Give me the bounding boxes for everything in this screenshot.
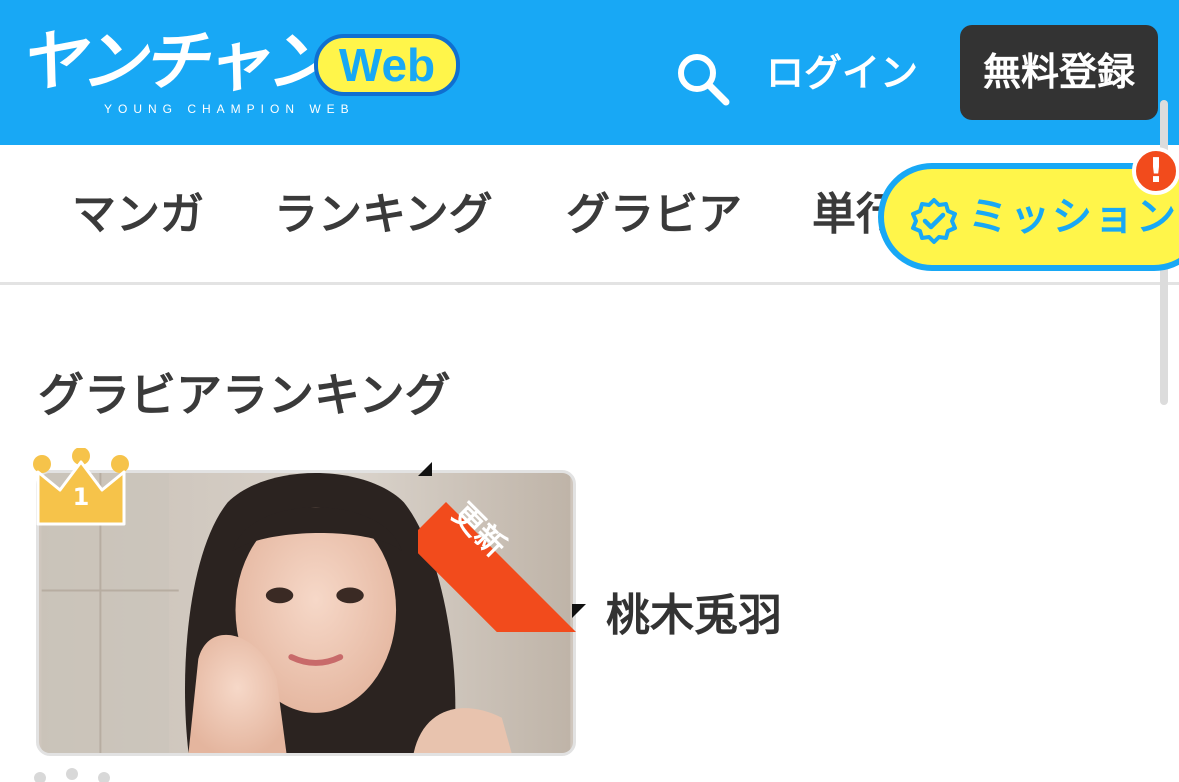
alert-icon: ! [1132,147,1179,195]
mission-label: ミッション [968,194,1178,240]
logo-text: ヤンチャン [18,23,331,100]
section-title: グラビアランキング [38,368,451,422]
logo-web-text: Web [338,39,436,91]
next-crown-partial [34,768,110,782]
nav-item-manga[interactable]: マンガ [72,187,204,243]
logo-web-badge: Web [314,34,460,96]
nav-item-gravure[interactable]: グラビア [566,187,742,243]
verified-badge-icon [910,197,958,245]
login-link[interactable]: ログイン [766,48,918,98]
ranking-item-name[interactable]: 桃木兎羽 [606,588,782,644]
alert-mark: ! [1148,151,1164,191]
rank-number: 1 [72,483,90,511]
site-header: ヤンチャン Web YOUNG CHAMPION WEB ログイン 無料登録 [0,0,1179,145]
search-icon[interactable] [672,48,732,108]
nav-item-ranking[interactable]: ランキング [274,187,493,243]
logo-subtitle: YOUNG CHAMPION WEB [104,102,355,116]
ribbon-band [418,502,586,632]
site-logo[interactable]: ヤンチャン Web YOUNG CHAMPION WEB [18,22,468,122]
register-button[interactable]: 無料登録 [960,25,1158,120]
